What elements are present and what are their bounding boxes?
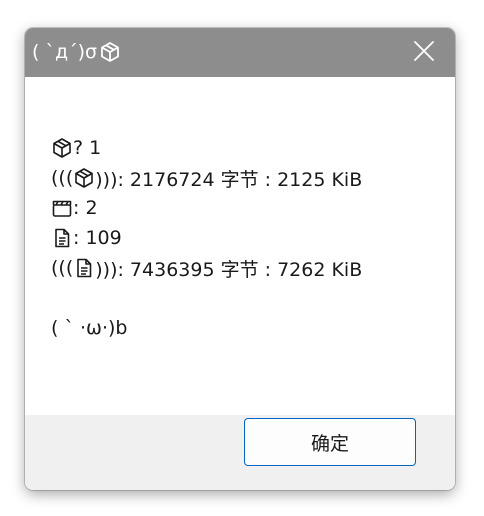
message-text: ))): 7436395 字节 : 7262 KiB: [95, 258, 363, 281]
ok-button[interactable]: 确定: [244, 418, 416, 466]
close-button[interactable]: [393, 28, 455, 77]
button-bar: 确定: [25, 415, 455, 490]
message-dialog: ( `д´)σ ? 1 ((())): 2176724 字节: 2125 K…: [25, 28, 455, 490]
clapperboard-icon: [51, 197, 73, 219]
close-icon: [413, 40, 435, 66]
message-line: ? 1: [51, 134, 101, 162]
message-line: : 109: [51, 224, 122, 252]
title-bar: ( `д´)σ: [25, 28, 455, 77]
dialog-title: ( `д´)σ: [32, 39, 121, 65]
package-icon: [99, 41, 121, 63]
message-line: ((( ))): 7436395 字节 : 7262 KiB: [51, 254, 362, 282]
package-icon: [73, 167, 95, 189]
message-prefix: (((: [51, 257, 74, 279]
document-icon: [51, 227, 73, 249]
message-text: ))): 2176724 字节 : 2125 KiB: [95, 168, 363, 191]
document-icon: [73, 257, 95, 279]
message-text: : 2: [73, 197, 98, 219]
message-body: ? 1 ((( ))): 2176724 字节 : 2125 KiB: 2:…: [25, 77, 455, 415]
message-prefix: (((: [51, 167, 74, 189]
message-line: ( ` ·ω·)b: [51, 314, 127, 342]
package-icon: [51, 137, 73, 159]
message-text: ? 1: [73, 137, 102, 159]
message-text: : 109: [73, 227, 122, 249]
message-line: ((( ))): 2176724 字节 : 2125 KiB: [51, 164, 362, 192]
dialog-title-text: ( `д´)σ: [32, 41, 98, 63]
message-text: ( ` ·ω·)b: [51, 317, 128, 339]
message-line: : 2: [51, 194, 98, 222]
